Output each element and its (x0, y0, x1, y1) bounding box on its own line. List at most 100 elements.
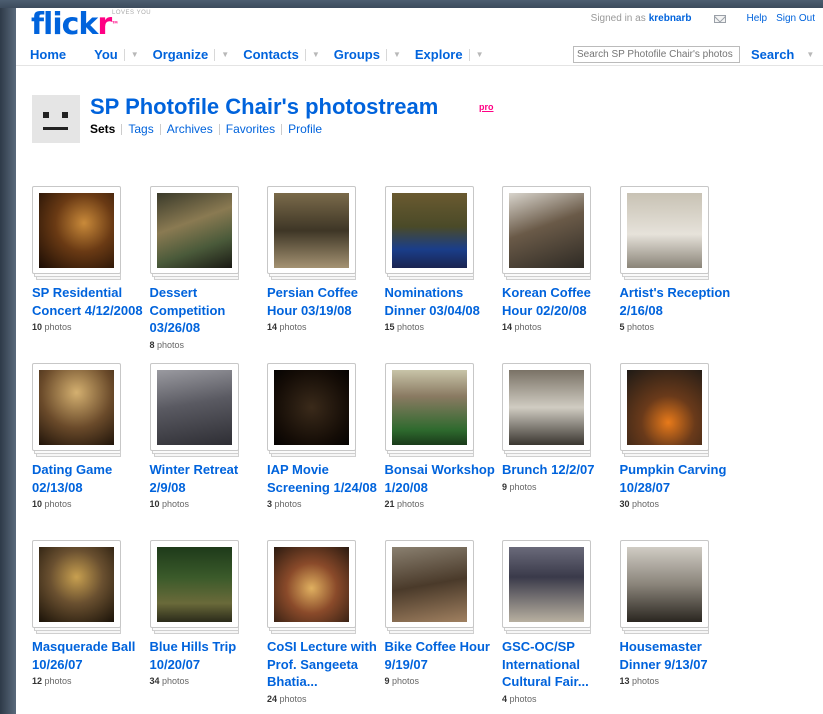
set-thumbnail[interactable] (619, 363, 709, 451)
set-cover-photo (39, 547, 114, 622)
set-thumbnail[interactable] (502, 186, 591, 274)
nav-explore[interactable]: Explore ▼ (415, 47, 498, 62)
subnav-archives[interactable]: Archives (167, 122, 213, 136)
set-item: CoSI Lecture with Prof. Sangeeta Bhatia.… (267, 540, 385, 714)
subnav-divider (218, 123, 220, 135)
subnav-divider (121, 123, 123, 135)
pro-badge[interactable]: pro (479, 102, 494, 112)
set-title[interactable]: SP Residential Concert 4/12/2008 (32, 285, 143, 318)
set-thumbnail[interactable] (502, 540, 591, 628)
sets-grid: SP Residential Concert 4/12/2008 10 photo… (32, 186, 822, 714)
set-title[interactable]: Dessert Competition 03/26/08 (150, 285, 226, 335)
set-title[interactable]: Brunch 12/2/07 (502, 462, 595, 477)
chevron-down-icon[interactable]: ▼ (476, 50, 484, 59)
set-item: Blue Hills Trip 10/20/07 34 photos (149, 540, 268, 714)
photo-count: 10 photos (32, 322, 72, 332)
set-thumbnail[interactable] (267, 540, 356, 628)
photo-count: 8 photos (149, 339, 185, 350)
set-item: IAP Movie Screening 1/24/08 3 photos (267, 363, 385, 540)
set-thumbnail[interactable] (384, 363, 474, 451)
subnav-sets[interactable]: Sets (90, 122, 115, 136)
set-cover-photo (274, 547, 349, 622)
photo-count: 10 photos (149, 499, 190, 509)
help-link[interactable]: Help (747, 13, 768, 24)
set-thumbnail[interactable] (32, 363, 121, 451)
set-item: Korean Coffee Hour 02/20/08 14 photos (502, 186, 620, 363)
set-thumbnail[interactable] (502, 363, 591, 451)
set-title[interactable]: IAP Movie Screening 1/24/08 (267, 462, 377, 495)
set-cover-photo (626, 370, 702, 445)
chevron-down-icon[interactable]: ▼ (806, 50, 814, 59)
subnav-profile[interactable]: Profile (288, 122, 322, 136)
set-item: Bonsai Workshop 1/20/08 21 photos (384, 363, 503, 540)
set-item: Bike Coffee Hour 9/19/07 9 photos (384, 540, 503, 714)
set-title[interactable]: Dating Game 02/13/08 (32, 462, 112, 495)
set-thumbnail[interactable] (384, 186, 474, 274)
photo-count: 14 photos (502, 322, 542, 332)
buddy-icon[interactable] (32, 95, 80, 143)
set-title[interactable]: Blue Hills Trip 10/20/07 (150, 639, 237, 672)
logo-tagline: LOVES YOU (112, 10, 152, 16)
photo-count: 13 photos (619, 676, 660, 686)
photo-count: 9 photos (502, 481, 537, 492)
main-nav: Home You ▼ Organize ▼ Contacts ▼ Groups … (30, 47, 498, 62)
set-thumbnail[interactable] (32, 186, 121, 274)
set-title[interactable]: Housemaster Dinner 9/13/07 (620, 639, 708, 672)
set-cover-photo (274, 193, 349, 268)
nav-contacts[interactable]: Contacts ▼ (243, 47, 334, 62)
set-title[interactable]: Artist's Reception 2/16/08 (620, 285, 731, 318)
subnav-favorites[interactable]: Favorites (226, 122, 275, 136)
search-button[interactable]: Search ▼ (751, 47, 814, 62)
chevron-down-icon[interactable]: ▼ (312, 50, 320, 59)
set-cover-photo (156, 193, 232, 268)
set-thumbnail[interactable] (619, 540, 709, 628)
set-title[interactable]: Winter Retreat 2/9/08 (150, 462, 239, 495)
page-title[interactable]: SP Photofile Chair's photostream (90, 94, 438, 120)
mail-icon[interactable] (713, 14, 726, 23)
nav-organize[interactable]: Organize ▼ (153, 47, 244, 62)
chevron-down-icon[interactable]: ▼ (221, 50, 229, 59)
photo-count: 24 photos (267, 693, 307, 704)
set-thumbnail[interactable] (149, 540, 239, 628)
browser-page: flickr™ LOVES YOU Signed in as krebnarb … (16, 8, 823, 714)
chevron-down-icon[interactable]: ▼ (131, 50, 139, 59)
nav-groups[interactable]: Groups ▼ (334, 47, 415, 62)
subnav-tags[interactable]: Tags (128, 122, 153, 136)
logo-text-pink: r (97, 8, 112, 42)
set-title[interactable]: Persian Coffee Hour 03/19/08 (267, 285, 358, 318)
set-title[interactable]: Bonsai Workshop 1/20/08 (385, 462, 495, 495)
set-item: Pumpkin Carving 10/28/07 30 photos (619, 363, 738, 540)
set-title[interactable]: Korean Coffee Hour 02/20/08 (502, 285, 591, 318)
set-thumbnail[interactable] (267, 186, 356, 274)
search-input[interactable] (573, 46, 740, 63)
subnav-divider (281, 123, 283, 135)
set-cover-photo (509, 193, 584, 268)
flickr-logo[interactable]: flickr™ (31, 8, 119, 42)
set-thumbnail[interactable] (384, 540, 474, 628)
sign-out-link[interactable]: Sign Out (776, 13, 815, 24)
set-item: GSC-OC/SP International Cultural Fair...… (502, 540, 620, 714)
set-thumbnail[interactable] (619, 186, 709, 274)
set-title[interactable]: Masquerade Ball 10/26/07 (32, 639, 135, 672)
username-link[interactable]: krebnarb (649, 13, 692, 24)
main-navigation-bar: Home You ▼ Organize ▼ Contacts ▼ Groups … (16, 44, 823, 66)
set-cover-photo (626, 547, 702, 622)
set-title[interactable]: Pumpkin Carving 10/28/07 (620, 462, 727, 495)
set-thumbnail[interactable] (32, 540, 121, 628)
desktop-background-edge (0, 0, 16, 714)
set-title[interactable]: Bike Coffee Hour 9/19/07 (385, 639, 490, 672)
set-title[interactable]: Nominations Dinner 03/04/08 (385, 285, 480, 318)
logo-text-blue: flick (31, 8, 98, 42)
set-title[interactable]: CoSI Lecture with Prof. Sangeeta Bhatia.… (267, 639, 377, 689)
set-title[interactable]: GSC-OC/SP International Cultural Fair... (502, 639, 589, 689)
nav-contacts-label: Contacts (243, 47, 299, 62)
set-thumbnail[interactable] (149, 186, 239, 274)
set-thumbnail[interactable] (267, 363, 356, 451)
nav-groups-label: Groups (333, 47, 380, 62)
nav-you[interactable]: You ▼ (94, 47, 153, 62)
chevron-down-icon[interactable]: ▼ (393, 50, 401, 59)
set-thumbnail[interactable] (149, 363, 239, 451)
nav-you-label: You (94, 47, 118, 62)
set-cover-photo (509, 370, 584, 445)
nav-home[interactable]: Home (30, 47, 66, 62)
